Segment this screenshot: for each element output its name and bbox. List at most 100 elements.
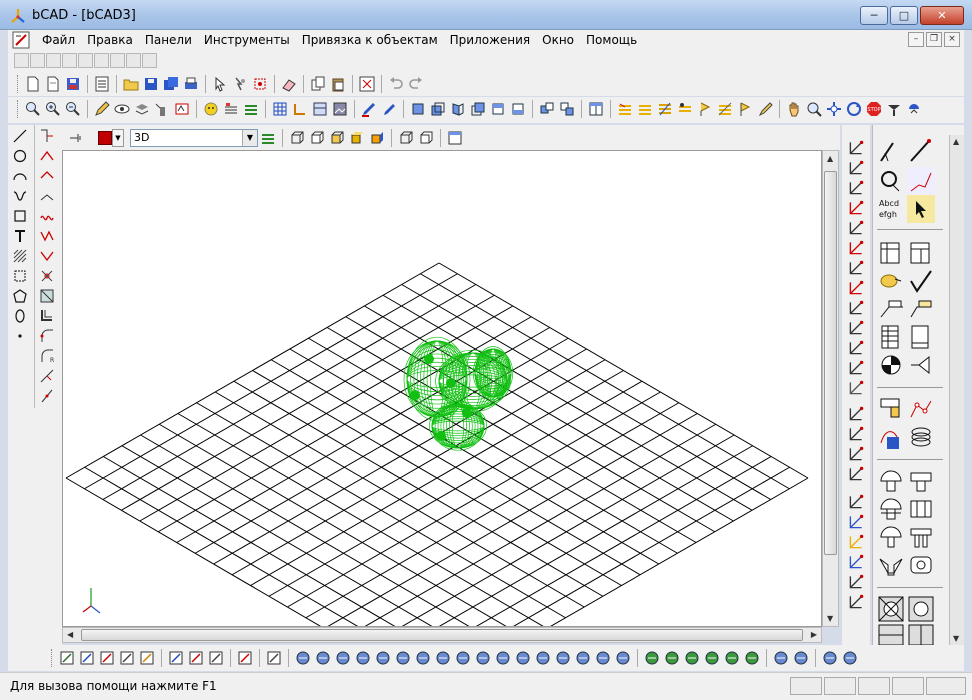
copy-clip-icon[interactable]	[310, 76, 326, 92]
text-icon[interactable]	[12, 228, 28, 244]
print-icon[interactable]	[183, 76, 199, 92]
yellow-flag-icon[interactable]	[737, 101, 753, 117]
mirror-icon[interactable]	[99, 650, 115, 666]
pin-palette-icon[interactable]	[907, 523, 935, 551]
wireframe-model[interactable]	[403, 336, 514, 451]
hatch-icon[interactable]	[12, 248, 28, 264]
yellow-lines-icon[interactable]	[657, 101, 673, 117]
view-mark-palette-icon[interactable]	[907, 351, 935, 379]
menu-tools[interactable]: Инструменты	[198, 33, 296, 47]
dim-aligned-icon[interactable]	[847, 199, 865, 217]
route-palette-icon[interactable]	[907, 395, 935, 423]
boolean-intersect-icon[interactable]	[684, 650, 700, 666]
light-icon[interactable]	[847, 513, 865, 531]
toolbar-grip[interactable]	[17, 100, 20, 118]
draw-pen-icon[interactable]	[361, 101, 377, 117]
cube-hidden-icon[interactable]	[309, 130, 325, 146]
view-left-icon[interactable]	[450, 101, 466, 117]
zigzag-red-icon[interactable]	[39, 228, 55, 244]
pin-icon[interactable]	[68, 130, 84, 146]
orbit-icon[interactable]	[846, 101, 862, 117]
camera-icon[interactable]	[886, 101, 902, 117]
yellow-hatch-icon[interactable]	[717, 101, 733, 117]
dim-radius-icon[interactable]	[847, 279, 865, 297]
face-icon[interactable]	[203, 101, 219, 117]
layer-stack2-icon[interactable]	[847, 425, 865, 443]
note-palette-icon[interactable]	[907, 323, 935, 351]
layer-stack3-icon[interactable]	[847, 445, 865, 463]
render-icon[interactable]	[359, 76, 375, 92]
sweep-icon[interactable]	[495, 650, 511, 666]
material-icon[interactable]	[773, 650, 789, 666]
undo-icon[interactable]	[388, 76, 404, 92]
v-red-icon[interactable]	[39, 248, 55, 264]
extend-icon[interactable]	[39, 368, 55, 384]
cube-gouraud-icon[interactable]	[349, 130, 365, 146]
zoom-icon[interactable]	[25, 101, 41, 117]
cylinder-icon[interactable]	[415, 650, 431, 666]
window-layout-icon[interactable]	[447, 130, 463, 146]
wedge-icon[interactable]	[435, 650, 451, 666]
measure-icon[interactable]	[174, 101, 190, 117]
extrude-icon[interactable]	[455, 650, 471, 666]
mdi-restore-button[interactable]: ❐	[926, 32, 942, 47]
line-icon[interactable]	[12, 128, 28, 144]
save-icon[interactable]	[65, 76, 81, 92]
menu-snap[interactable]: Привязка к объектам	[296, 33, 444, 47]
cube-shaded-icon[interactable]	[329, 130, 345, 146]
zoom-out-icon[interactable]	[65, 101, 81, 117]
select-palette-icon[interactable]	[907, 195, 935, 223]
view-mode-select[interactable]: 3D ▼	[130, 128, 258, 147]
texture-icon[interactable]	[793, 650, 809, 666]
nut-palette-icon[interactable]	[907, 495, 935, 523]
gear-render-icon[interactable]	[847, 593, 865, 611]
redo-icon[interactable]	[408, 76, 424, 92]
view-mirror-icon[interactable]	[559, 101, 575, 117]
rotate-icon[interactable]	[252, 76, 268, 92]
copy-doc-icon[interactable]	[45, 76, 61, 92]
rectangle-icon[interactable]	[12, 208, 28, 224]
pencil-icon[interactable]	[94, 101, 110, 117]
scroll-up-arrow-icon[interactable]: ▲	[827, 154, 833, 163]
anchor-icon[interactable]	[842, 650, 858, 666]
menu-file[interactable]: Файл	[36, 33, 81, 47]
slice-icon[interactable]	[575, 650, 591, 666]
angle-red-icon[interactable]	[39, 148, 55, 164]
camera-view-icon[interactable]	[847, 493, 865, 511]
dim-angle-icon[interactable]	[847, 179, 865, 197]
layers-list-icon[interactable]	[223, 101, 239, 117]
torus-icon[interactable]	[395, 650, 411, 666]
status-resize-grip[interactable]	[926, 677, 966, 695]
layer-combo-icon[interactable]	[260, 130, 276, 146]
circle-icon[interactable]	[12, 148, 28, 164]
dim-vertical-icon[interactable]	[847, 219, 865, 237]
circle-palette-icon[interactable]	[877, 167, 905, 195]
menu-window[interactable]: Окно	[536, 33, 580, 47]
menu-panels[interactable]: Панели	[139, 33, 198, 47]
new-icon[interactable]	[25, 76, 41, 92]
properties-icon[interactable]	[94, 76, 110, 92]
view-right-icon[interactable]	[470, 101, 486, 117]
grid-dots-icon[interactable]	[237, 650, 253, 666]
view-back-icon[interactable]	[430, 101, 446, 117]
surface-icon[interactable]	[724, 650, 740, 666]
spray-icon[interactable]	[154, 101, 170, 117]
line-angle-palette-icon[interactable]	[907, 137, 935, 165]
eye-icon[interactable]	[114, 101, 130, 117]
dim-baseline-icon[interactable]	[847, 339, 865, 357]
fillet-r-icon[interactable]: R	[39, 348, 55, 364]
color-dropdown-button[interactable]: ▼	[112, 128, 124, 147]
arc-icon[interactable]	[12, 168, 28, 184]
wing-nut-palette-icon[interactable]	[877, 551, 905, 579]
frame-palette-icon[interactable]	[907, 239, 935, 267]
array-icon[interactable]	[119, 650, 135, 666]
pyramid-icon[interactable]	[315, 650, 331, 666]
cube-wire-icon[interactable]	[289, 130, 305, 146]
save-curve-palette-icon[interactable]	[877, 423, 905, 451]
pointer-icon[interactable]	[212, 76, 228, 92]
vertical-scrollbar[interactable]: ▲ ▼	[822, 150, 839, 627]
boolean-xor-icon[interactable]	[704, 650, 720, 666]
attach-icon[interactable]	[266, 650, 282, 666]
dim-diagonal-icon[interactable]	[847, 239, 865, 257]
chevron-down-icon[interactable]: ▼	[242, 129, 257, 146]
